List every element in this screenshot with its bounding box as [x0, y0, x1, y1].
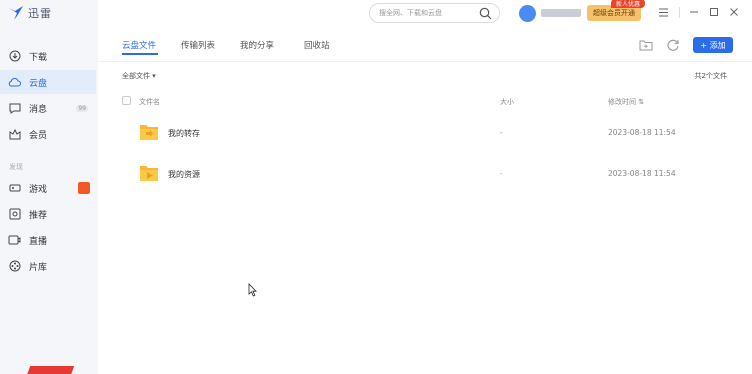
sidebar-item-label: 直播: [29, 236, 48, 247]
file-name[interactable]: 我的转存: [168, 128, 200, 139]
sidebar: 迅雷 下载 云盘 消息 99 会员 发现 游戏 推荐 直播 片库: [0, 0, 98, 374]
select-all-checkbox[interactable]: [122, 96, 131, 105]
divider: [98, 61, 752, 62]
app-window: 迅雷 下载 云盘 消息 99 会员 发现 游戏 推荐 直播 片库 搜全网、下载和…: [0, 0, 752, 374]
sidebar-item-film[interactable]: 片库: [0, 254, 96, 278]
file-name[interactable]: 我的资源: [168, 169, 200, 180]
tab-my-shares[interactable]: 我的分享: [240, 39, 274, 51]
sidebar-item-label: 会员: [29, 130, 48, 141]
promo-ribbon[interactable]: [25, 366, 75, 374]
active-tab-indicator: [122, 53, 158, 55]
refresh-icon[interactable]: [666, 38, 680, 52]
message-icon: [8, 102, 21, 115]
tab-recycle-bin[interactable]: 回收站: [304, 39, 330, 51]
sidebar-item-recommend[interactable]: 推荐: [0, 202, 96, 226]
sidebar-item-label: 游戏: [29, 184, 48, 195]
sidebar-item-cloud[interactable]: 云盘: [0, 70, 96, 94]
sidebar-item-member[interactable]: 会员: [0, 122, 96, 146]
column-header-modified[interactable]: 修改时间 ⇅: [608, 97, 644, 107]
folder-icon: [140, 125, 158, 140]
cloud-icon: [8, 76, 21, 89]
sidebar-item-game[interactable]: 游戏: [0, 176, 96, 200]
column-header-name[interactable]: 文件名: [139, 97, 160, 107]
tab-transfer-list[interactable]: 传输列表: [181, 39, 215, 51]
maximize-icon[interactable]: [708, 6, 720, 18]
sidebar-item-label: 下载: [29, 52, 48, 63]
sidebar-item-download[interactable]: 下载: [0, 44, 96, 68]
sidebar-item-label: 云盘: [29, 78, 48, 89]
file-count: 共2个文件: [694, 72, 727, 80]
mouse-cursor-icon: [248, 283, 257, 297]
file-size: -: [500, 170, 503, 178]
app-brand: 迅雷: [8, 4, 52, 22]
app-title: 迅雷: [28, 7, 52, 20]
search-icon[interactable]: [479, 7, 492, 20]
table-row[interactable]: 我的转存 - 2023-08-18 11:54: [122, 113, 732, 153]
live-icon: [8, 234, 21, 247]
sidebar-item-label: 片库: [29, 262, 48, 273]
avatar[interactable]: [519, 5, 536, 22]
sidebar-item-live[interactable]: 直播: [0, 228, 96, 252]
table-row[interactable]: 我的资源 - 2023-08-18 11:54: [122, 154, 732, 194]
all-files-filter[interactable]: 全部文件 ▾: [122, 71, 156, 81]
divider: [679, 7, 680, 18]
tab-cloud-files[interactable]: 云盘文件: [122, 39, 156, 51]
sidebar-item-label: 消息: [29, 104, 48, 115]
add-button[interactable]: + 添加: [693, 37, 733, 53]
folder-icon: [140, 166, 158, 181]
vip-promo-tag: 新人优惠: [611, 0, 645, 8]
close-icon[interactable]: [728, 6, 740, 18]
search-placeholder: 搜全网、下载和云盘: [379, 9, 442, 17]
file-modified: 2023-08-18 11:54: [608, 169, 676, 178]
minimize-icon[interactable]: [688, 6, 700, 18]
file-size: -: [500, 129, 503, 137]
thunder-logo-icon: [9, 6, 23, 20]
menu-icon[interactable]: [657, 6, 669, 18]
download-icon: [8, 50, 21, 63]
gamepad-icon: [8, 182, 21, 195]
discover-section-label: 发现: [9, 163, 23, 171]
hot-badge-icon: [78, 182, 90, 194]
film-icon: [8, 260, 21, 273]
sidebar-item-label: 推荐: [29, 210, 48, 221]
username[interactable]: [541, 9, 581, 17]
column-header-size[interactable]: 大小: [500, 97, 514, 107]
recommend-icon: [8, 208, 21, 221]
sidebar-item-message[interactable]: 消息 99: [0, 96, 96, 120]
new-folder-icon[interactable]: [639, 38, 653, 52]
message-count-badge: 99: [76, 104, 88, 112]
crown-icon: [8, 128, 21, 141]
file-modified: 2023-08-18 11:54: [608, 128, 676, 137]
search-input[interactable]: 搜全网、下载和云盘: [369, 3, 500, 23]
